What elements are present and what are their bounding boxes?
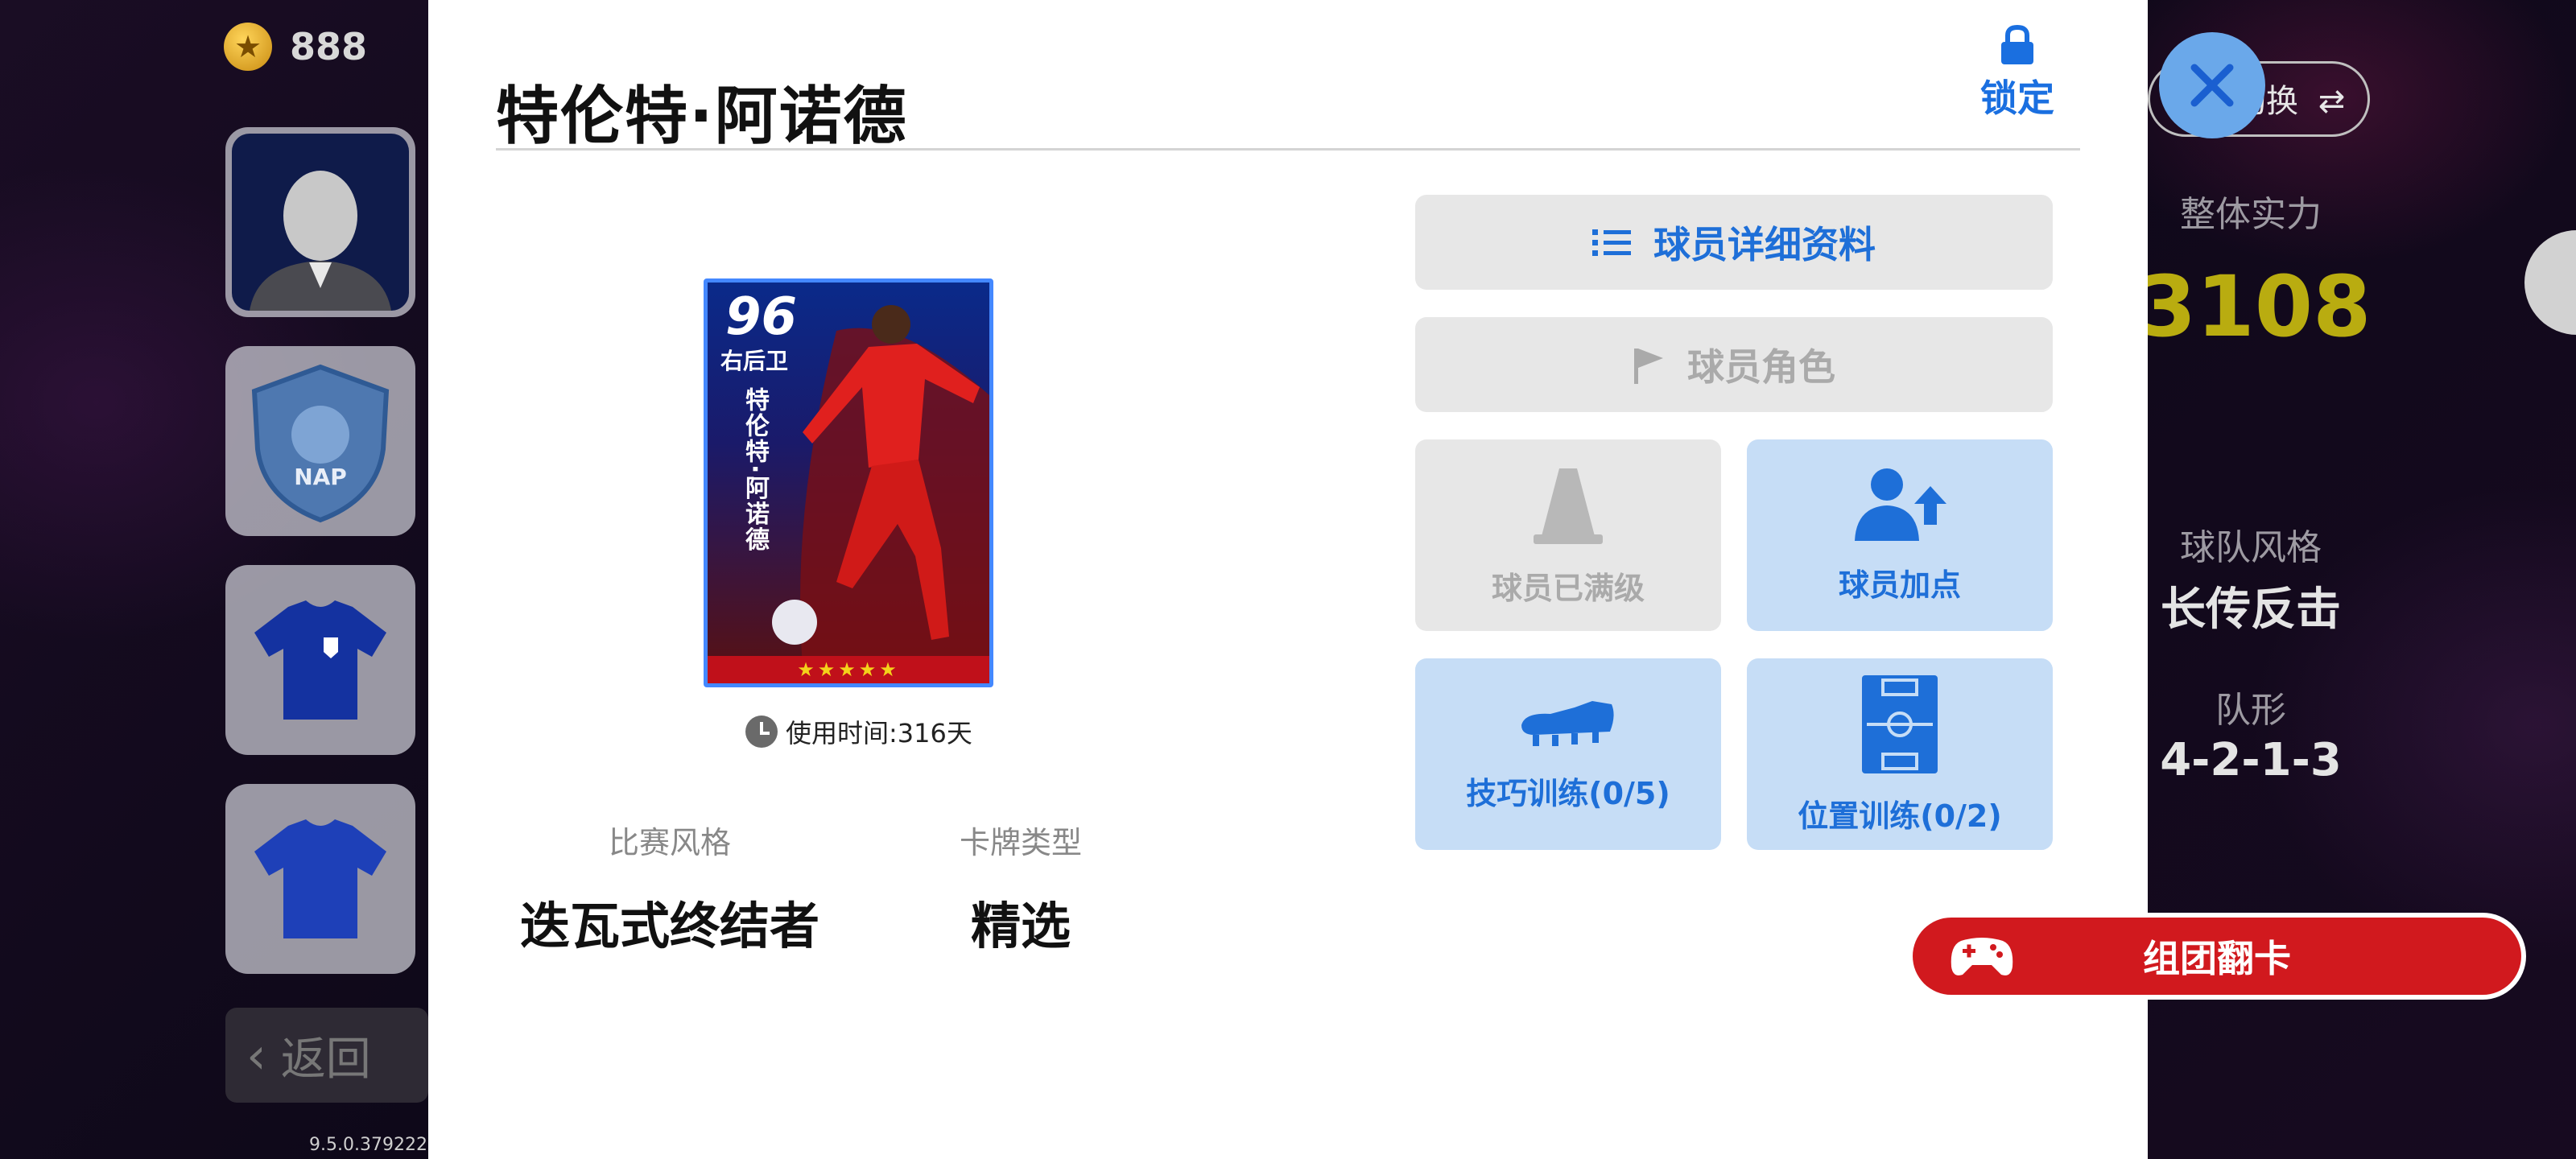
gacha-banner-label: 组团翻卡: [2143, 937, 2291, 980]
play-style-label: 比赛风格: [608, 825, 731, 860]
football-boot-icon: [1521, 700, 1614, 746]
strength-label: 整体实力: [2180, 194, 2322, 235]
max-level-button[interactable]: 球员已满级: [1415, 439, 1721, 631]
skill-training-button[interactable]: 技巧训练(0/5): [1415, 658, 1721, 850]
card-type-value: 精选: [970, 897, 1071, 955]
play-style-value: 迭瓦式终结者: [519, 897, 819, 955]
lock-icon: [2001, 24, 2033, 64]
player-details-button[interactable]: 球员详细资料: [1415, 195, 2053, 290]
player-name-title: 特伦特·阿诺德: [496, 80, 908, 153]
card-player-name: 特伦特·阿诺德: [741, 387, 769, 553]
pitch-icon: [1862, 674, 1938, 773]
chevron-left-icon: ‹: [246, 1025, 266, 1085]
jersey-icon: [254, 819, 386, 938]
skill-training-label: 技巧训练(0/5): [1466, 775, 1670, 811]
player-role-label: 球员角色: [1687, 345, 1835, 389]
player-upgrade-icon: [1855, 468, 1946, 541]
max-level-label: 球员已满级: [1491, 570, 1645, 606]
left-sidebar: ★ 888 NAP ‹ 返回 9.5.0.379222(: [0, 0, 435, 1159]
formation-value: 4-2-1-3: [2160, 734, 2342, 786]
usage-time: 使用时间:316天: [745, 713, 972, 750]
version-label: 9.5.0.379222(: [309, 1135, 435, 1155]
player-role-button[interactable]: 球员角色: [1415, 317, 2053, 412]
coach-avatar-button[interactable]: [225, 127, 415, 317]
team-emblem-button[interactable]: NAP: [225, 346, 415, 536]
card-type-label: 卡牌类型: [959, 825, 1082, 860]
currency-display: ★ 888: [224, 23, 367, 71]
player-details-label: 球员详细资料: [1653, 223, 1876, 266]
home-kit-button[interactable]: [225, 565, 415, 755]
list-icon: [1592, 229, 1631, 256]
star-coin-icon: ★: [224, 23, 272, 71]
team-style-value: 长传反击: [2161, 584, 2341, 636]
position-training-button[interactable]: 位置训练(0/2): [1747, 658, 2053, 850]
card-position: 右后卫: [720, 348, 789, 374]
strength-value: 3108: [2138, 258, 2372, 356]
lock-button[interactable]: 锁定: [1969, 24, 2066, 122]
training-cone-icon: [1534, 468, 1603, 544]
jersey-icon: [254, 600, 386, 720]
shield-emblem-icon: NAP: [251, 364, 390, 523]
player-dialog: 特伦特·阿诺德 锁定 96 右后卫 特伦特·阿诺德 ★★★★★ 使用时间:316…: [428, 0, 2148, 1159]
title-divider: [496, 148, 2080, 151]
formation-label: 队形: [2215, 690, 2286, 731]
currency-amount: 888: [290, 25, 368, 68]
clock-icon: [745, 716, 778, 748]
swap-arrows-icon: ⇄: [2318, 83, 2346, 120]
away-kit-button[interactable]: [225, 784, 415, 974]
player-card[interactable]: 96 右后卫 特伦特·阿诺德 ★★★★★: [704, 278, 993, 687]
coach-portrait-icon: [232, 134, 409, 311]
add-points-label: 球员加点: [1838, 567, 1961, 603]
card-stars: ★★★★★: [708, 656, 989, 683]
close-button[interactable]: [2159, 32, 2265, 138]
close-icon: [2190, 64, 2234, 107]
usage-time-text: 使用时间:316天: [786, 718, 972, 749]
team-style-label: 球队风格: [2180, 527, 2322, 568]
back-button[interactable]: ‹ 返回: [225, 1008, 428, 1103]
position-training-label: 位置训练(0/2): [1798, 798, 2002, 834]
lock-label: 锁定: [1980, 76, 2054, 120]
emblem-text: NAP: [294, 464, 347, 490]
gamepad-icon: [1951, 938, 2013, 975]
add-points-button[interactable]: 球员加点: [1747, 439, 2053, 631]
gacha-banner-button[interactable]: 组团翻卡: [1908, 913, 2526, 1000]
back-label: 返回: [280, 1033, 371, 1086]
card-rating: 96: [725, 287, 798, 347]
flag-icon: [1634, 349, 1663, 384]
gacha-banner-inner: 组团翻卡: [1913, 918, 2521, 995]
